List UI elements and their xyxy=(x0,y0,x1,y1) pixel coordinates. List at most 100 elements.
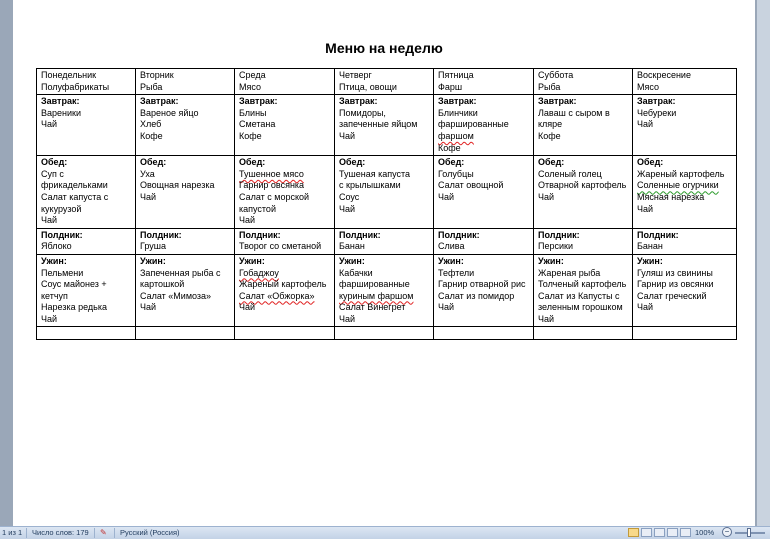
cell-dinner[interactable]: Ужин: Гуляш из свинины Гарнир из овсянки Са… xyxy=(632,253,737,328)
cell-day-header[interactable]: Воскресение Мясо xyxy=(632,67,737,96)
dish-line: Гарнир из овсянки xyxy=(637,279,714,290)
cell-empty[interactable] xyxy=(533,326,633,341)
cell-snack[interactable]: Полдник: Слива xyxy=(433,227,534,255)
spellcheck-icon[interactable]: ✎ xyxy=(100,528,112,538)
cell-snack[interactable]: Полдник: Банан xyxy=(632,227,737,255)
dish-line: капустой xyxy=(239,203,276,214)
meal-label: Обед: xyxy=(140,157,167,168)
word-count[interactable]: Число слов: 179 xyxy=(32,528,89,537)
meal-label: Завтрак: xyxy=(637,96,676,107)
cell-dinner[interactable]: Ужин: Пельмени Соус майонез + кетчуп Нарезка… xyxy=(36,253,136,328)
dish-line: Яблоко xyxy=(41,241,72,252)
cell-empty[interactable] xyxy=(433,326,534,341)
cell-breakfast[interactable]: Завтрак: Блины Сметана Кофе xyxy=(234,94,335,157)
cell-day-header[interactable]: Четверг Птица, овощи xyxy=(334,67,434,96)
row-snack: Полдник: Яблоко Полдник: Груша Полдник: Творо… xyxy=(36,227,737,255)
dish-line: Вареники xyxy=(41,107,81,118)
cell-breakfast[interactable]: Завтрак: Помидоры, запеченные яйцом Чай xyxy=(334,94,434,157)
cell-breakfast[interactable]: Завтрак: Чебуреки Чай xyxy=(632,94,737,157)
cell-lunch[interactable]: Обед: Суп с фрикадельками Салат капуста с ку… xyxy=(36,155,136,229)
zoom-slider-thumb[interactable] xyxy=(747,528,751,537)
document-page[interactable]: Меню на неделю Понедельник Полуфабрикаты В… xyxy=(13,0,755,527)
cell-empty[interactable] xyxy=(135,326,235,341)
dish-line: кукурузой xyxy=(41,203,82,214)
meal-label: Обед: xyxy=(438,157,465,168)
print-layout-view-button[interactable] xyxy=(628,528,639,537)
dish-line: Блинчики xyxy=(438,107,478,118)
meal-label: Ужин: xyxy=(538,255,564,266)
dish-line: Банан xyxy=(637,241,663,252)
dish-line: Салат греческий xyxy=(637,290,707,301)
language-indicator[interactable]: Русский (Россия) xyxy=(120,528,180,537)
menu-table: Понедельник Полуфабрикаты Вторник Рыба Среда… xyxy=(36,67,737,341)
cell-breakfast[interactable]: Завтрак: Вареники Чай xyxy=(36,94,136,157)
cell-breakfast[interactable]: Завтрак: Лаваш с сыром в кляре Кофе xyxy=(533,94,633,157)
day-name: Вторник xyxy=(140,70,174,80)
dish-line: фрикадельками xyxy=(41,180,108,191)
cell-breakfast[interactable]: Завтрак: Блинчики фаршированные фаршом Кофе xyxy=(433,94,534,157)
dish-line: фаршированные xyxy=(339,279,410,290)
dish-line: Салат с морской xyxy=(239,191,310,202)
dish-line: Вареное яйцо xyxy=(140,107,199,118)
cell-day-header[interactable]: Среда Мясо xyxy=(234,67,335,96)
dish-line: запеченные яйцом xyxy=(339,119,418,130)
web-layout-button[interactable] xyxy=(654,528,665,537)
dish-line: Чай xyxy=(239,302,256,313)
dish-line: с крылышками xyxy=(339,180,401,191)
dish-line: Овощная нарезка xyxy=(140,180,215,191)
dish-line: Помидоры, xyxy=(339,107,386,118)
cell-day-header[interactable]: Вторник Рыба xyxy=(135,67,235,96)
cell-empty[interactable] xyxy=(36,326,136,341)
dish-line: Груша xyxy=(140,241,166,252)
dish-line: Сметана xyxy=(239,119,276,130)
cell-day-header[interactable]: Пятница Фарш xyxy=(433,67,534,96)
meal-label: Завтрак: xyxy=(538,96,577,107)
cell-empty[interactable] xyxy=(632,326,737,341)
dish-line: Кофе xyxy=(140,130,163,141)
cell-dinner[interactable]: Ужин: Кабачки фаршированные куриным фаршом С… xyxy=(334,253,434,328)
full-screen-reading-button[interactable] xyxy=(641,528,652,537)
meal-label: Обед: xyxy=(339,157,366,168)
cell-lunch[interactable]: Обед: Уха Овощная нарезка Чай xyxy=(135,155,235,229)
cell-lunch[interactable]: Обед: Жареный картофель Соленные огурчики М… xyxy=(632,155,737,229)
vertical-scrollbar[interactable] xyxy=(757,0,770,527)
cell-snack[interactable]: Полдник: Яблоко xyxy=(36,227,136,255)
zoom-level[interactable]: 100% xyxy=(695,528,714,537)
cell-lunch[interactable]: Обед: Тушеная капуста с крылышками Соус Чай xyxy=(334,155,434,229)
cell-dinner[interactable]: Ужин: Тефтели Гарнир отварной рис Салат из … xyxy=(433,253,534,328)
cell-dinner[interactable]: Ужин: Гобаджоу Жареный картофель Салат «Обж… xyxy=(234,253,335,328)
dish-line: Салат Винегрет xyxy=(339,302,406,313)
cell-lunch[interactable]: Обед: Тушенное мясо Гарнир овсянка Салат с … xyxy=(234,155,335,229)
row-breakfast: Завтрак: Вареники Чай Завтрак: Вареное яйцо… xyxy=(36,94,737,157)
dish-line: Тефтели xyxy=(438,267,475,278)
cell-empty[interactable] xyxy=(234,326,335,341)
cell-breakfast[interactable]: Завтрак: Вареное яйцо Хлеб Кофе xyxy=(135,94,235,157)
cell-snack[interactable]: Полдник: Персики xyxy=(533,227,633,255)
row-empty xyxy=(36,326,737,341)
cell-dinner[interactable]: Ужин: Запеченная рыба с картошкой Салат «Ми… xyxy=(135,253,235,328)
cell-empty[interactable] xyxy=(334,326,434,341)
zoom-out-icon[interactable]: − xyxy=(722,527,732,537)
dish-line: Соленый голец xyxy=(538,168,602,179)
outline-view-button[interactable] xyxy=(667,528,678,537)
cell-snack[interactable]: Полдник: Творог со сметаной xyxy=(234,227,335,255)
cell-lunch[interactable]: Обед: Голубцы Салат овощной Чай xyxy=(433,155,534,229)
cell-snack[interactable]: Полдник: Груша xyxy=(135,227,235,255)
draft-view-button[interactable] xyxy=(680,528,691,537)
dish-line: Кофе xyxy=(239,130,262,141)
dish-line: Пельмени xyxy=(41,267,84,278)
cell-lunch[interactable]: Обед: Соленый голец Отварной картофель Чай xyxy=(533,155,633,229)
dish-line: Чай xyxy=(637,203,654,214)
cell-day-header[interactable]: Понедельник Полуфабрикаты xyxy=(36,67,136,96)
dish-line: Салат «Мимоза» xyxy=(140,290,212,301)
dish-line: Чай xyxy=(41,119,58,130)
day-theme: Рыба xyxy=(538,81,561,92)
cell-dinner[interactable]: Ужин: Жареная рыба Толченый картофель Салат… xyxy=(533,253,633,328)
meal-label: Ужин: xyxy=(140,255,166,266)
row-lunch: Обед: Суп с фрикадельками Салат капуста с ку… xyxy=(36,155,737,229)
day-theme: Мясо xyxy=(637,81,659,92)
cell-day-header[interactable]: Суббота Рыба xyxy=(533,67,633,96)
cell-snack[interactable]: Полдник: Банан xyxy=(334,227,434,255)
page-indicator[interactable]: 1 из 1 xyxy=(2,528,22,537)
meal-label: Ужин: xyxy=(438,255,464,266)
